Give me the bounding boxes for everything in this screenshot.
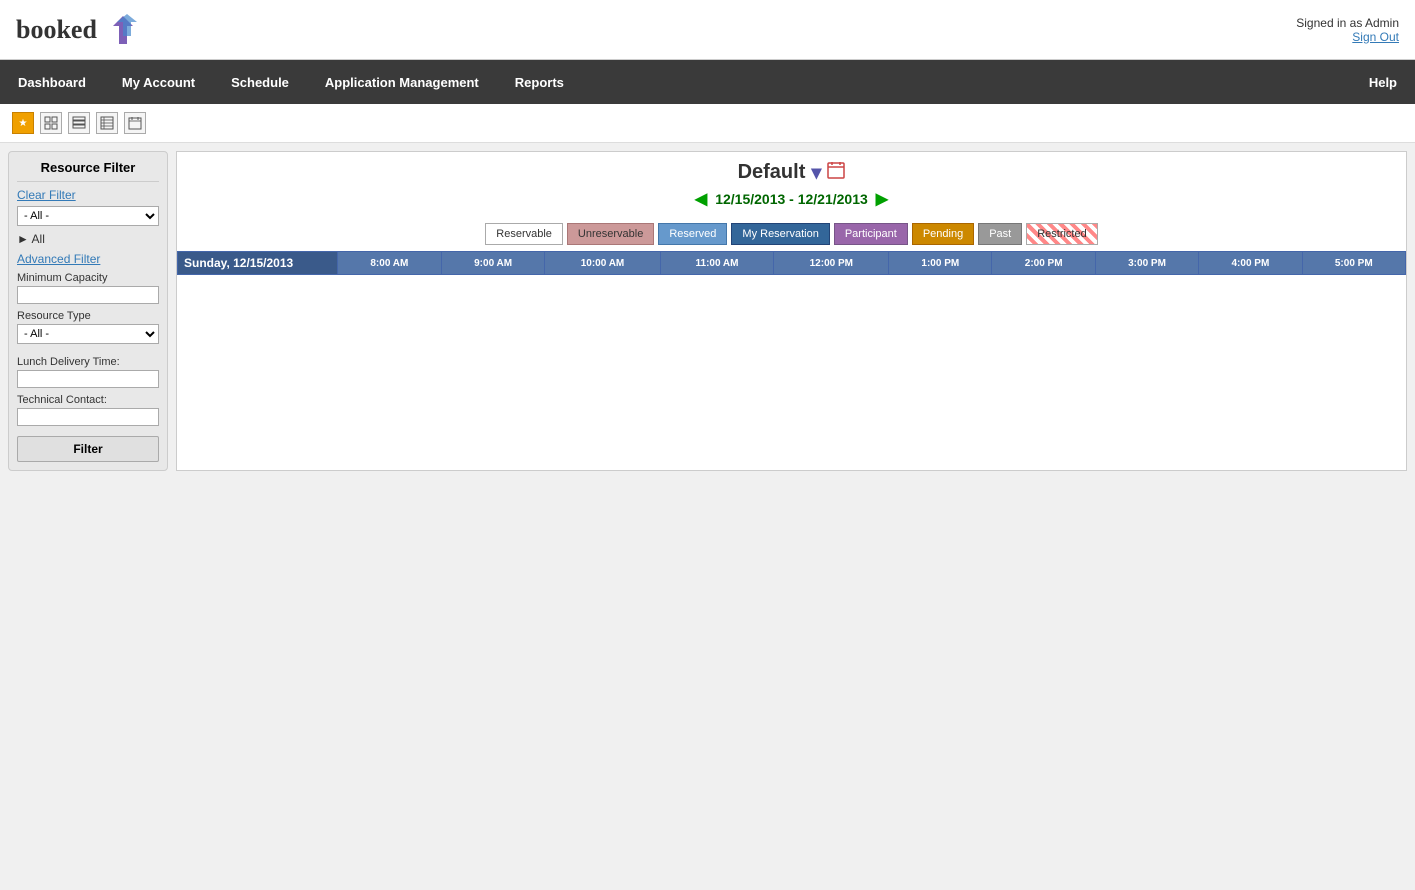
top-bar: booked Signed in as Admin Sign Out <box>0 0 1415 60</box>
view-bar: ★ <box>0 104 1415 143</box>
legend-past[interactable]: Past <box>978 223 1022 245</box>
prev-week-button[interactable]: ◀ <box>695 189 707 209</box>
time-header-cell: 5:00 PM <box>1302 252 1405 275</box>
nav-help[interactable]: Help <box>1351 60 1415 104</box>
advanced-filter-link[interactable]: Advanced Filter <box>17 252 159 266</box>
legend-participant[interactable]: Participant <box>834 223 908 245</box>
calendar-date-nav: ◀ 12/15/2013 - 12/21/2013 ▶ <box>177 189 1406 209</box>
resource-type-select[interactable]: - All - <box>17 324 159 344</box>
nav-bar: Dashboard My Account Schedule Applicatio… <box>0 60 1415 104</box>
calendar-view-icon[interactable] <box>124 112 146 134</box>
time-header-cell: 11:00 AM <box>660 252 774 275</box>
legend-reserved[interactable]: Reserved <box>658 223 727 245</box>
nav-my-account[interactable]: My Account <box>104 60 213 104</box>
legend-pending[interactable]: Pending <box>912 223 974 245</box>
next-week-button[interactable]: ▶ <box>876 189 888 209</box>
day-label: Sunday, 12/15/2013 <box>178 252 338 275</box>
schedule-table: Sunday, 12/15/20138:00 AM9:00 AM10:00 AM… <box>177 251 1406 275</box>
legend-restricted[interactable]: Restricted <box>1026 223 1098 245</box>
logo-area: booked <box>16 12 141 48</box>
time-header-cell: 12:00 PM <box>774 252 889 275</box>
legend: Reservable Unreservable Reserved My Rese… <box>177 223 1406 245</box>
calendar-title-text: Default <box>738 161 806 184</box>
all-filter-select[interactable]: - All - <box>17 206 159 226</box>
time-header-cell: 9:00 AM <box>441 252 545 275</box>
time-header-cell: 1:00 PM <box>889 252 992 275</box>
nav-reports[interactable]: Reports <box>497 60 582 104</box>
time-header-cell: 8:00 AM <box>338 252 442 275</box>
calendar-picker-icon[interactable] <box>827 161 845 185</box>
table-view-icon[interactable] <box>96 112 118 134</box>
nav-app-management[interactable]: Application Management <box>307 60 497 104</box>
time-header-cell: 4:00 PM <box>1199 252 1302 275</box>
calendar-header: Default ▾ ◀ 12/15/2013 - 12/21/2013 ▶ <box>177 152 1406 217</box>
lunch-delivery-input[interactable] <box>17 370 159 388</box>
main-content: Resource Filter Clear Filter - All - ► A… <box>0 143 1415 479</box>
nav-dashboard[interactable]: Dashboard <box>0 60 104 104</box>
user-info: Signed in as Admin Sign Out <box>1296 16 1399 44</box>
calendar-title: Default ▾ <box>177 160 1406 185</box>
resource-type-label: Resource Type <box>17 310 159 322</box>
legend-reservable[interactable]: Reservable <box>485 223 563 245</box>
star-view-icon[interactable]: ★ <box>12 112 34 134</box>
clear-filter-link[interactable]: Clear Filter <box>17 188 159 202</box>
sign-out-link[interactable]: Sign Out <box>1352 30 1399 44</box>
grid-view-icon[interactable] <box>68 112 90 134</box>
logo-icon <box>105 12 141 48</box>
resource-filter-sidebar: Resource Filter Clear Filter - All - ► A… <box>8 151 168 471</box>
all-toggle[interactable]: ► All <box>17 232 159 246</box>
legend-my-reservation[interactable]: My Reservation <box>731 223 829 245</box>
legend-unreservable[interactable]: Unreservable <box>567 223 654 245</box>
technical-contact-input[interactable] <box>17 408 159 426</box>
signed-in-text: Signed in as Admin <box>1296 16 1399 30</box>
min-capacity-input[interactable] <box>17 286 159 304</box>
filter-button[interactable]: Filter <box>17 436 159 462</box>
nav-schedule[interactable]: Schedule <box>213 60 307 104</box>
calendar-dropdown-icon[interactable]: ▾ <box>811 160 821 185</box>
min-capacity-label: Minimum Capacity <box>17 272 159 284</box>
time-header-cell: 10:00 AM <box>545 252 660 275</box>
time-header-cell: 3:00 PM <box>1095 252 1198 275</box>
day-header-row: Sunday, 12/15/20138:00 AM9:00 AM10:00 AM… <box>178 252 1406 275</box>
time-header-cell: 2:00 PM <box>992 252 1095 275</box>
date-range-text: 12/15/2013 - 12/21/2013 <box>715 191 868 207</box>
logo-text: booked <box>16 15 97 45</box>
calendar-area: Default ▾ ◀ 12/15/2013 - 12/21/2013 ▶ Re… <box>176 151 1407 471</box>
sidebar-title: Resource Filter <box>17 160 159 182</box>
list-view-icon[interactable] <box>40 112 62 134</box>
technical-contact-label: Technical Contact: <box>17 394 159 406</box>
lunch-delivery-label: Lunch Delivery Time: <box>17 356 159 368</box>
